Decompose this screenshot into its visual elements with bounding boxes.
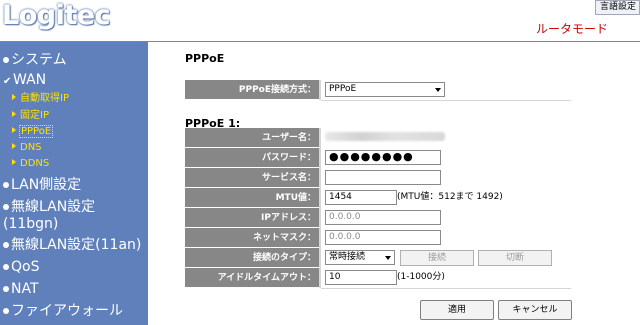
arrow-right-icon [12, 111, 16, 117]
field-value: 常時接続 接続 切断 [321, 248, 571, 269]
sidebar-item-label: 無線LAN設定 [11, 199, 96, 215]
field-value: 10 (1-1000分) [321, 268, 571, 289]
field-label: 接続のタイプ： [185, 248, 319, 268]
sidebar-item-lan[interactable]: LAN側設定 [3, 177, 81, 194]
field-label: PPPoE接続方式： [185, 80, 319, 100]
netmask-field[interactable]: 0.0.0.0 [325, 230, 441, 245]
mtu-field[interactable]: 1454 [325, 190, 397, 205]
bullet-icon [3, 308, 9, 314]
bullet-icon [3, 242, 9, 248]
logo: Logitec [2, 0, 111, 31]
language-settings-button[interactable]: 言語設定 [594, 0, 640, 15]
arrow-right-icon [12, 159, 16, 165]
field-label: ネットマスク： [185, 228, 319, 248]
bullet-icon [3, 182, 9, 188]
header: Logitec 言語設定 ルータモード [0, 0, 640, 42]
sidebar-subitem-label: 自動取得IP [20, 93, 69, 104]
sidebar-item-label: WAN [13, 72, 47, 88]
sidebar-item-label: システム [11, 52, 67, 68]
checkmark-icon: ✔ [3, 76, 12, 87]
sidebar-item-system[interactable]: システム [3, 52, 67, 69]
field-value [321, 128, 571, 149]
sidebar-subitem-label: 固定IP [20, 110, 49, 121]
field-label: ユーザー名： [185, 128, 319, 148]
field-label: MTU値： [185, 188, 319, 208]
sidebar-item-label: LAN側設定 [11, 177, 82, 193]
netmask-row: ネットマスク： 0.0.0.0 [185, 228, 571, 249]
bullet-icon [3, 204, 9, 210]
mtu-note: (MTU値：512まで 1492) [397, 192, 503, 202]
sidebar-item-wireless-bgn-suffix[interactable]: (11bgn) [3, 216, 58, 233]
sidebar-item-label: NAT [11, 281, 39, 297]
sidebar-item-qos[interactable]: QoS [3, 259, 39, 276]
bullet-icon [3, 264, 9, 270]
field-value: 1454 (MTU値：512まで 1492) [321, 188, 571, 209]
username-row: ユーザー名： [185, 128, 571, 149]
sidebar-subitem-label: DNS [20, 142, 42, 153]
disconnect-button[interactable]: 切断 [478, 250, 552, 266]
connection-method-select[interactable]: PPPoE [325, 82, 445, 97]
sidebar-item-label: QoS [11, 259, 40, 275]
sidebar-item-firewall[interactable]: ファイアウォール [3, 303, 123, 320]
field-label: パスワード： [185, 148, 319, 168]
select-value: PPPoE [329, 84, 357, 94]
service-name-row: サービス名： [185, 168, 571, 189]
service-name-field[interactable] [325, 170, 441, 185]
field-label: IPアドレス： [185, 208, 319, 228]
field-value: PPPoE [321, 80, 571, 101]
sidebar-subitem-label: DDNS [20, 158, 50, 169]
sidebar-subitem-ddns[interactable]: DDNS [12, 158, 49, 170]
page-title: PPPoE [185, 52, 225, 65]
select-value: 常時接続 [329, 252, 366, 262]
arrow-right-icon [12, 127, 16, 133]
apply-button[interactable]: 適用 [420, 300, 494, 320]
sidebar-item-nat[interactable]: NAT [3, 281, 39, 298]
field-label: サービス名： [185, 168, 319, 188]
mtu-row: MTU値： 1454 (MTU値：512まで 1492) [185, 188, 571, 209]
sidebar: システム ✔ WAN 自動取得IP 固定IP PPPoE DNS DDNS LAN… [0, 42, 148, 325]
router-mode-label: ルータモード [536, 22, 609, 36]
chevron-down-icon [435, 88, 441, 92]
sidebar-item-label: ファイアウォール [11, 303, 123, 319]
field-value: 0.0.0.0 [321, 208, 571, 229]
sidebar-item-wireless-bgn[interactable]: 無線LAN設定 [3, 199, 95, 216]
connection-type-row: 接続のタイプ： 常時接続 接続 切断 [185, 248, 571, 269]
connection-method-row: PPPoE接続方式： PPPoE [185, 80, 571, 101]
connect-button[interactable]: 接続 [400, 250, 474, 266]
field-label: アイドルタイムアウト： [185, 268, 319, 288]
sidebar-subitem-dynamic-ip[interactable]: 自動取得IP [12, 93, 69, 105]
cancel-button[interactable]: キャンセル [498, 300, 572, 320]
password-field[interactable]: ●●●●●●●● [325, 150, 441, 165]
arrow-right-icon [12, 143, 16, 149]
connection-type-select[interactable]: 常時接続 [325, 250, 395, 265]
idle-timeout-row: アイドルタイムアウト： 10 (1-1000分) [185, 268, 571, 289]
sidebar-subitem-dns[interactable]: DNS [12, 142, 42, 154]
password-row: パスワード： ●●●●●●●● [185, 148, 571, 169]
sidebar-subitem-static-ip[interactable]: 固定IP [12, 110, 49, 122]
ip-address-field[interactable]: 0.0.0.0 [325, 210, 441, 225]
chevron-down-icon [385, 256, 391, 260]
idle-timeout-note: (1-1000分) [397, 272, 445, 282]
ip-address-row: IPアドレス： 0.0.0.0 [185, 208, 571, 229]
sidebar-item-label: 無線LAN設定(11an) [11, 237, 142, 253]
field-value: ●●●●●●●● [321, 148, 571, 169]
field-value [321, 168, 571, 189]
arrow-right-icon [12, 94, 16, 100]
idle-timeout-field[interactable]: 10 [325, 270, 397, 285]
username-field[interactable] [325, 132, 445, 141]
sidebar-item-wireless-an[interactable]: 無線LAN設定(11an) [3, 237, 141, 254]
sidebar-item-label: (11bgn) [3, 216, 59, 232]
sidebar-subitem-label: PPPoE [18, 125, 54, 138]
bullet-icon [3, 286, 9, 292]
sidebar-item-wan[interactable]: ✔ WAN [3, 72, 46, 89]
sidebar-subitem-pppoe[interactable]: PPPoE [12, 125, 54, 138]
field-value: 0.0.0.0 [321, 228, 571, 249]
bullet-icon [3, 57, 9, 63]
